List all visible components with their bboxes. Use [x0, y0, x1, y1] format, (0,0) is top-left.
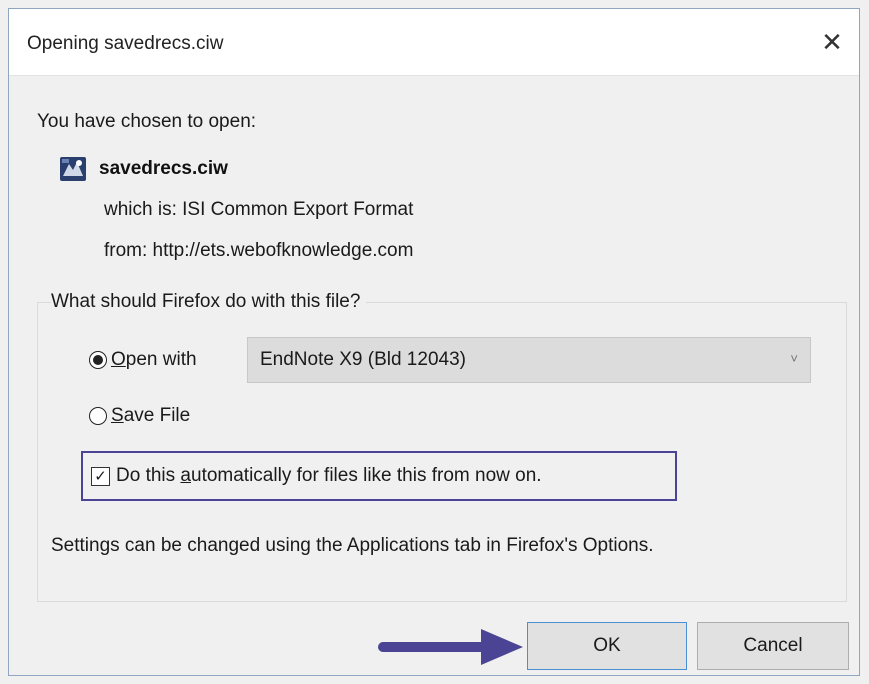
dialog-body: You have chosen to open: savedrecs.ciw w… [9, 75, 859, 675]
file-source-text: from: http://ets.webofknowledge.com [104, 240, 414, 261]
endnote-file-icon [60, 157, 86, 181]
auto-checkbox-label: Do this automatically for files like thi… [116, 465, 542, 486]
cancel-button[interactable]: Cancel [697, 622, 849, 670]
dialog-title: Opening savedrecs.ciw [27, 33, 224, 54]
application-select-value: EndNote X9 (Bld 12043) [260, 349, 466, 370]
title-bar: Opening savedrecs.ciw ✕ [9, 9, 859, 76]
chevron-down-icon: ˅ [790, 351, 798, 366]
file-row: savedrecs.ciw [59, 156, 228, 182]
application-select[interactable]: EndNote X9 (Bld 12043) ˅ [247, 337, 811, 383]
chosen-label: You have chosen to open: [37, 111, 257, 132]
open-with-radio[interactable]: Open with [89, 349, 197, 371]
radio-selected-icon[interactable] [89, 351, 107, 369]
open-with-label: Open with [111, 349, 197, 370]
action-group-label: What should Firefox do with this file? [51, 291, 367, 313]
auto-option-highlight: ✓ Do this automatically for files like t… [81, 451, 677, 501]
settings-note: Settings can be changed using the Applic… [51, 535, 654, 556]
close-icon[interactable]: ✕ [805, 9, 859, 75]
radio-unselected-icon[interactable] [89, 407, 107, 425]
file-name: savedrecs.ciw [99, 158, 228, 179]
file-open-dialog: Opening savedrecs.ciw ✕ You have chosen … [8, 8, 860, 676]
file-type-text: which is: ISI Common Export Format [104, 199, 414, 220]
save-file-label: Save File [111, 405, 191, 426]
ok-button[interactable]: OK [527, 622, 687, 670]
save-file-radio[interactable]: Save File [89, 405, 190, 427]
arrow-annotation-icon [378, 629, 523, 665]
auto-checkbox[interactable]: ✓ [91, 466, 110, 486]
